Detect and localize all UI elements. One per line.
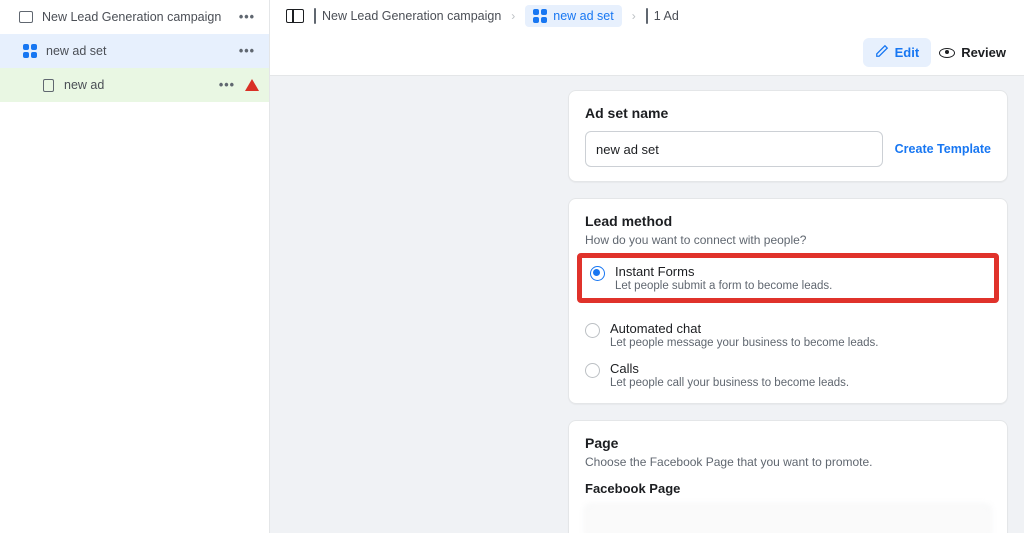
folder-icon [18, 9, 34, 25]
tree-campaign-label: New Lead Generation campaign [42, 10, 221, 24]
option-desc: Let people submit a form to become leads… [615, 280, 832, 292]
edit-button[interactable]: Edit [863, 38, 932, 67]
tree-campaign-row[interactable]: New Lead Generation campaign ••• [0, 0, 269, 34]
tree-ad-row[interactable]: new ad ••• [0, 68, 269, 102]
facebook-page-select[interactable] [585, 504, 991, 533]
radio-icon [585, 363, 600, 378]
review-button[interactable]: Review [939, 45, 1006, 60]
option-title: Automated chat [610, 321, 879, 336]
page-sub: Choose the Facebook Page that you want t… [585, 455, 991, 469]
adset-icon [533, 9, 547, 23]
option-desc: Let people message your business to beco… [610, 337, 879, 349]
lead-method-sub: How do you want to connect with people? [585, 233, 991, 247]
crumb-campaign-label: New Lead Generation campaign [322, 9, 501, 23]
crumb-adset-label: new ad set [553, 9, 613, 23]
adset-icon [22, 43, 38, 59]
eye-icon [939, 48, 955, 58]
review-label: Review [961, 45, 1006, 60]
tree-ad-label: new ad [64, 78, 104, 92]
more-icon[interactable]: ••• [235, 44, 259, 58]
campaign-tree: New Lead Generation campaign ••• new ad … [0, 0, 270, 533]
folder-icon [314, 9, 316, 23]
option-title: Instant Forms [615, 264, 832, 279]
radio-icon [590, 266, 605, 281]
chevron-right-icon: › [632, 9, 636, 23]
option-desc: Let people call your business to become … [610, 377, 849, 389]
adset-name-card: Ad set name Create Template [568, 90, 1008, 182]
ad-icon [646, 9, 648, 23]
adset-name-title: Ad set name [585, 105, 991, 121]
lead-method-card: Lead method How do you want to connect w… [568, 198, 1008, 404]
panel-toggle-icon[interactable] [286, 9, 304, 23]
lead-method-title: Lead method [585, 213, 991, 229]
crumb-campaign[interactable]: New Lead Generation campaign [314, 9, 501, 23]
breadcrumb: New Lead Generation campaign › new ad se… [270, 0, 1024, 32]
radio-icon [585, 323, 600, 338]
radio-automated-chat[interactable]: Automated chat Let people message your b… [585, 321, 991, 349]
crumb-ad[interactable]: 1 Ad [646, 9, 679, 23]
create-template-link[interactable]: Create Template [895, 142, 991, 156]
crumb-adset[interactable]: new ad set [525, 5, 621, 27]
tree-adset-row[interactable]: new ad set ••• [0, 34, 269, 68]
facebook-page-label: Facebook Page [585, 481, 991, 496]
chevron-right-icon: › [511, 9, 515, 23]
highlight-instant-forms: Instant Forms Let people submit a form t… [577, 253, 999, 303]
option-title: Calls [610, 361, 849, 376]
ad-icon [40, 77, 56, 93]
tree-adset-label: new ad set [46, 44, 106, 58]
radio-calls[interactable]: Calls Let people call your business to b… [585, 361, 991, 389]
page-card: Page Choose the Facebook Page that you w… [568, 420, 1008, 533]
more-icon[interactable]: ••• [235, 10, 259, 24]
warning-icon [245, 79, 259, 91]
pencil-icon [875, 44, 889, 61]
more-icon[interactable]: ••• [215, 78, 239, 92]
radio-instant-forms[interactable]: Instant Forms Let people submit a form t… [590, 264, 986, 292]
crumb-ad-label: 1 Ad [654, 9, 679, 23]
edit-label: Edit [895, 45, 920, 60]
adset-name-input[interactable] [585, 131, 883, 167]
page-title: Page [585, 435, 991, 451]
